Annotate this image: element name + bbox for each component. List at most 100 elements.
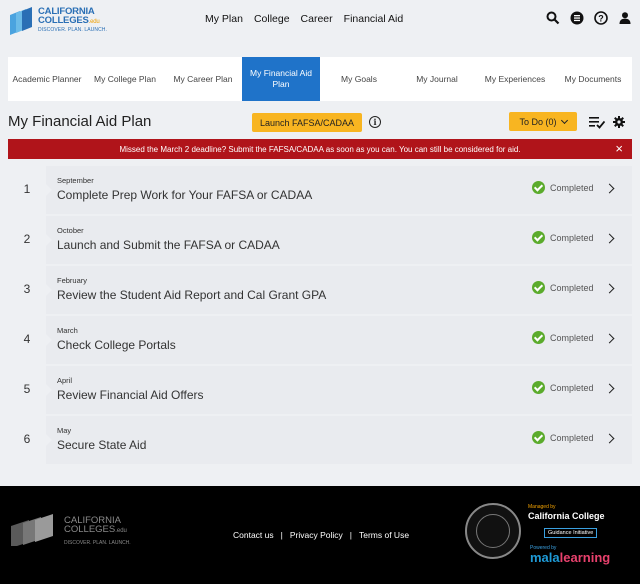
footer-logo[interactable]: CALIFORNIA COLLEGES.edu DISCOVER. PLAN. … <box>9 514 149 546</box>
step-row[interactable]: 4 March Check College Portals Completed <box>8 316 632 364</box>
step-month: March <box>57 326 78 335</box>
tab-my-financial-aid-plan[interactable]: My Financial Aid Plan <box>242 57 320 101</box>
chevron-right-icon[interactable] <box>604 283 615 294</box>
footer-logo-text: CALIFORNIA COLLEGES.edu <box>64 516 127 536</box>
step-status: Completed <box>532 181 594 194</box>
ccgi-logo[interactable]: Managed by California College Guidance I… <box>528 504 630 538</box>
contact-us-link[interactable]: Contact us <box>233 530 274 540</box>
check-circle-icon <box>532 231 545 244</box>
footer-logo-edu: .edu <box>115 528 127 534</box>
page-title: My Financial Aid Plan <box>8 113 152 130</box>
step-title: Complete Prep Work for Your FAFSA or CAD… <box>57 188 313 202</box>
status-label: Completed <box>550 432 594 443</box>
svg-text:?: ? <box>598 13 604 23</box>
chevron-down-icon <box>560 116 568 124</box>
check-circle-icon <box>532 381 545 394</box>
tab-my-career-plan[interactable]: My Career Plan <box>164 57 242 101</box>
tab-my-experiences[interactable]: My Experiences <box>476 57 554 101</box>
link-separator: | <box>349 530 352 540</box>
step-title: Review the Student Aid Report and Cal Gr… <box>57 288 327 302</box>
main-menu: My Plan College Career Financial Aid <box>205 13 403 25</box>
check-circle-icon <box>532 281 545 294</box>
gear-icon[interactable] <box>613 116 625 128</box>
menu-my-plan[interactable]: My Plan <box>205 13 243 25</box>
step-row[interactable]: 6 May Secure State Aid Completed <box>8 416 632 464</box>
top-navigation: CALIFORNIA COLLEGES.edu DISCOVER. PLAN. … <box>0 0 640 42</box>
step-month: May <box>57 426 72 435</box>
mala-text: mala <box>530 550 560 565</box>
seal-inner-ring <box>476 514 510 548</box>
step-number: 5 <box>23 382 31 396</box>
chevron-right-icon[interactable] <box>604 433 615 444</box>
chevron-right-icon[interactable] <box>604 233 615 244</box>
close-icon[interactable]: × <box>615 142 623 155</box>
step-status: Completed <box>532 231 594 244</box>
logo-tagline: DISCOVER. PLAN. LAUNCH. <box>38 27 107 33</box>
link-separator: | <box>280 530 283 540</box>
help-icon[interactable]: ? <box>594 11 608 25</box>
check-circle-icon <box>532 331 545 344</box>
step-row[interactable]: 3 February Review the Student Aid Report… <box>8 266 632 314</box>
tab-academic-planner[interactable]: Academic Planner <box>8 57 86 101</box>
logo-name2: COLLEGES <box>38 15 89 26</box>
status-label: Completed <box>550 282 594 293</box>
step-status: Completed <box>532 281 594 294</box>
mala-learning-logo[interactable]: Powered by malalearning <box>530 545 610 565</box>
footer-logo-mark-icon <box>11 514 53 546</box>
menu-financial-aid[interactable]: Financial Aid <box>344 13 404 25</box>
footer-logo-name2: COLLEGES <box>64 524 116 535</box>
step-row[interactable]: 2 October Launch and Submit the FAFSA or… <box>8 216 632 264</box>
header-icons: ? <box>546 11 632 25</box>
plan-tabs: Academic Planner My College Plan My Care… <box>8 57 632 101</box>
mala-learning-wordmark: malalearning <box>530 550 610 565</box>
chevron-right-icon[interactable] <box>604 383 615 394</box>
step-title: Check College Portals <box>57 338 176 352</box>
step-month: October <box>57 226 84 235</box>
menu-college[interactable]: College <box>254 13 290 25</box>
logo-mark-icon <box>10 7 32 35</box>
step-title: Launch and Submit the FAFSA or CADAA <box>57 238 280 252</box>
search-icon[interactable] <box>546 11 560 25</box>
tab-my-goals[interactable]: My Goals <box>320 57 398 101</box>
financial-aid-steps: 1 September Complete Prep Work for Your … <box>8 166 632 466</box>
menu-career[interactable]: Career <box>301 13 333 25</box>
info-icon[interactable]: i <box>369 116 381 128</box>
california-colleges-logo[interactable]: CALIFORNIA COLLEGES.edu DISCOVER. PLAN. … <box>8 5 138 37</box>
state-seal-icon <box>465 503 521 559</box>
step-month: September <box>57 176 94 185</box>
ccgi-subtitle: Guidance Initiative <box>544 528 598 538</box>
user-icon[interactable] <box>618 11 632 25</box>
tab-my-journal[interactable]: My Journal <box>398 57 476 101</box>
logo-edu: .edu <box>88 19 100 25</box>
list-icon[interactable] <box>570 11 584 25</box>
step-row[interactable]: 5 April Review Financial Aid Offers Comp… <box>8 366 632 414</box>
privacy-policy-link[interactable]: Privacy Policy <box>290 530 343 540</box>
step-number: 2 <box>23 232 31 246</box>
terms-of-use-link[interactable]: Terms of Use <box>359 530 409 540</box>
step-number: 1 <box>23 182 31 196</box>
step-number: 4 <box>23 332 31 346</box>
checklist-icon[interactable] <box>589 116 605 129</box>
ccgi-name: California College <box>528 511 605 521</box>
check-circle-icon <box>532 431 545 444</box>
chevron-right-icon[interactable] <box>604 333 615 344</box>
deadline-alert: Missed the March 2 deadline? Submit the … <box>8 139 632 159</box>
launch-fafsa-button[interactable]: Launch FAFSA/CADAA <box>252 113 362 132</box>
todo-dropdown-button[interactable]: To Do (0) <box>509 112 577 131</box>
step-status: Completed <box>532 331 594 344</box>
status-label: Completed <box>550 182 594 193</box>
tab-my-documents[interactable]: My Documents <box>554 57 632 101</box>
logo-text: CALIFORNIA COLLEGES.edu <box>38 7 100 27</box>
learning-text: learning <box>559 550 611 565</box>
step-month: April <box>57 376 73 385</box>
step-status: Completed <box>532 381 594 394</box>
step-status: Completed <box>532 431 594 444</box>
footer-logo-tagline: DISCOVER. PLAN. LAUNCH. <box>64 540 131 546</box>
chevron-right-icon[interactable] <box>604 183 615 194</box>
step-row[interactable]: 1 September Complete Prep Work for Your … <box>8 166 632 214</box>
managed-by-label: Managed by <box>528 504 556 510</box>
tab-my-college-plan[interactable]: My College Plan <box>86 57 164 101</box>
step-number: 3 <box>23 282 31 296</box>
step-title: Secure State Aid <box>57 438 147 452</box>
alert-message: Missed the March 2 deadline? Submit the … <box>119 144 521 154</box>
